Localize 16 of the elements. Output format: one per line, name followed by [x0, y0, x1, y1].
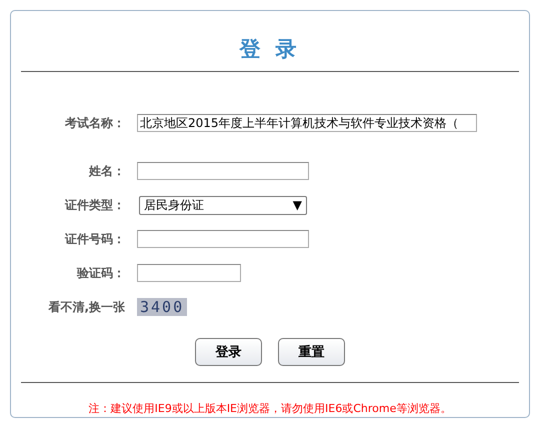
field-label: 验证码： [76, 264, 126, 282]
login-button[interactable]: 登录 [195, 338, 262, 366]
field-label: 考试名称： [64, 114, 126, 132]
captcha-image: 3400 [137, 298, 188, 316]
input-field[interactable] [137, 162, 309, 180]
id-type-select[interactable]: 居民身份证 ▼ [139, 196, 307, 214]
input-field: 北京地区2015年度上半年计算机技术与软件专业技术资格（ [137, 114, 477, 132]
page-title: 登 录 [238, 36, 302, 63]
field-label: 姓名： [88, 162, 126, 180]
refresh-captcha-link[interactable]: 看不清,换一张 [21, 298, 137, 316]
reset-button[interactable]: 重置 [278, 338, 345, 366]
field-label: 证件类型： [64, 196, 126, 214]
browser-note: 注：建议使用IE9或以上版本IE浏览器，请勿使用IE6或Chrome等浏览器。 [88, 401, 452, 416]
input-field[interactable] [137, 264, 241, 282]
field-label: 证件号码： [64, 230, 126, 248]
input-field[interactable] [137, 230, 309, 248]
